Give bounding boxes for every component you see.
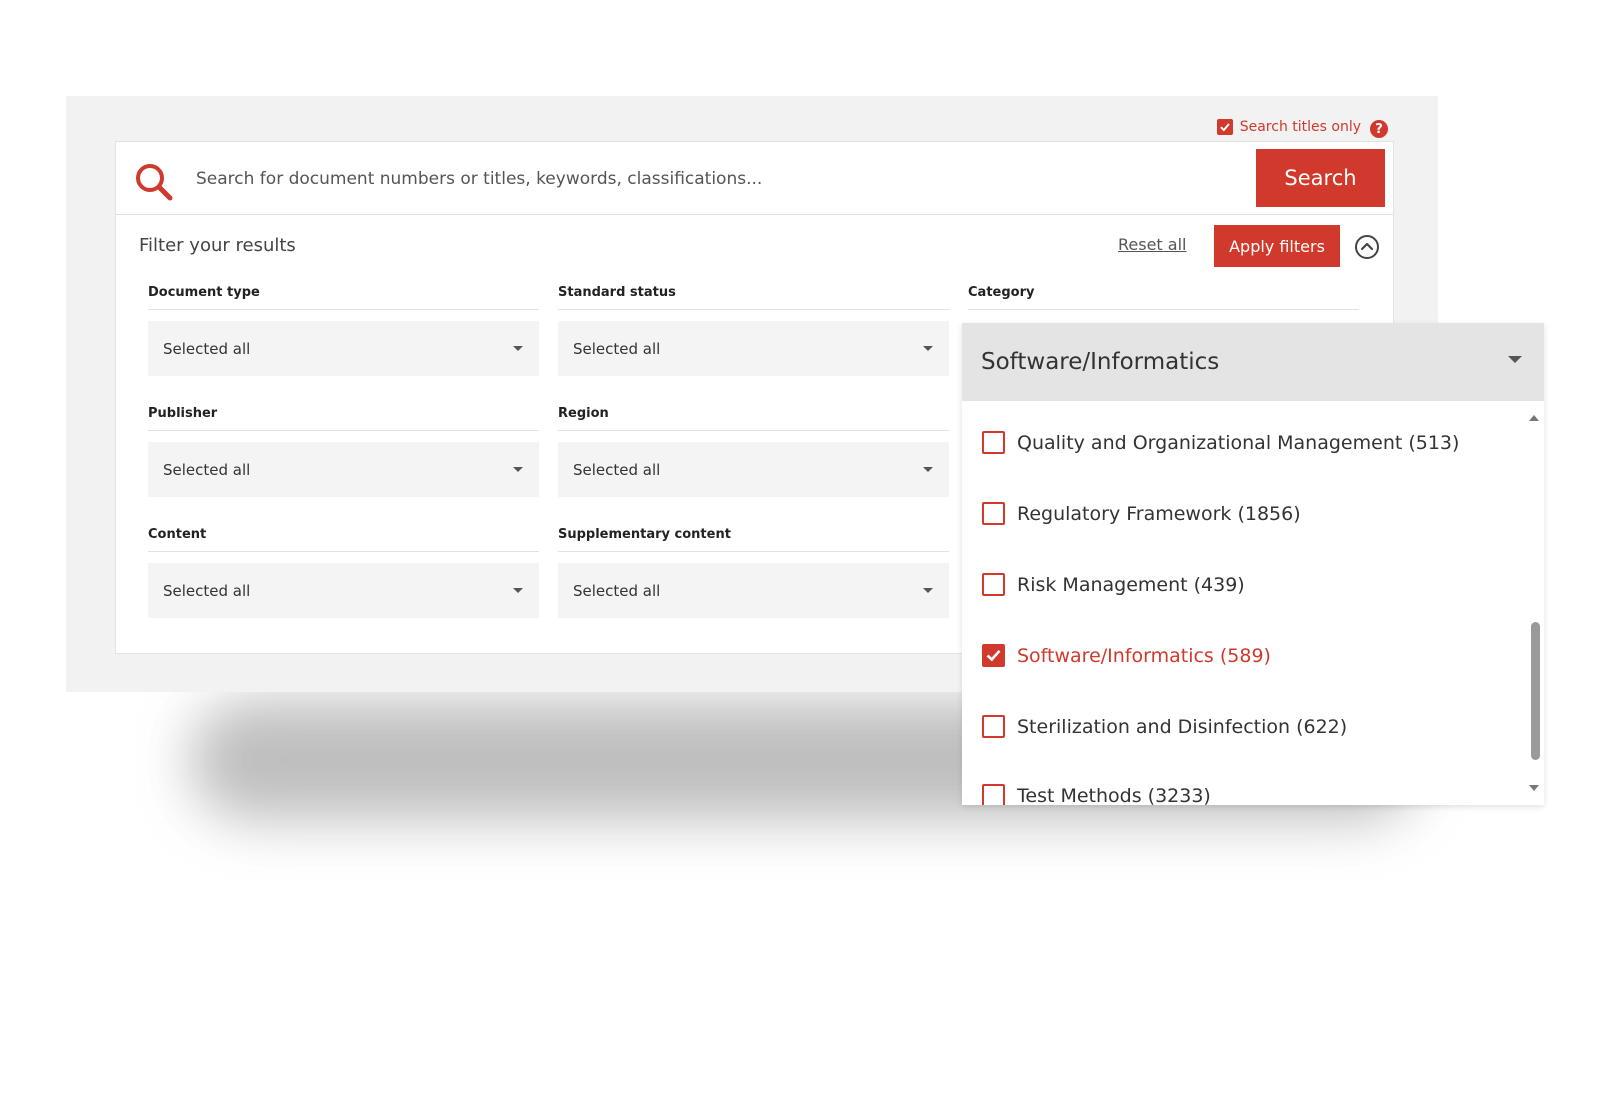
publisher-select[interactable]: Selected all <box>148 442 539 497</box>
filter-label: Supplementary content <box>558 525 949 552</box>
caret-down-icon <box>513 588 523 593</box>
option-checkbox[interactable] <box>982 573 1005 596</box>
option-checkbox[interactable] <box>982 644 1005 667</box>
category-option[interactable]: Regulatory Framework (1856) <box>982 502 1301 525</box>
caret-down-icon <box>923 467 933 472</box>
category-option[interactable]: Risk Management (439) <box>982 573 1245 596</box>
category-option[interactable]: Quality and Organizational Management (5… <box>982 431 1459 454</box>
search-titles-only-toggle[interactable]: Search titles only ? <box>1216 116 1388 138</box>
filter-content: Content Selected all <box>148 525 539 618</box>
filter-label: Standard status <box>558 283 949 310</box>
filter-region: Region Selected all <box>558 404 949 497</box>
caret-down-icon <box>923 588 933 593</box>
category-option[interactable]: Sterilization and Disinfection (622) <box>982 715 1347 738</box>
select-value: Selected all <box>163 339 251 358</box>
search-titles-only-checkbox[interactable] <box>1216 119 1233 135</box>
search-icon <box>136 164 173 201</box>
help-icon[interactable]: ? <box>1370 120 1388 138</box>
option-checkbox[interactable] <box>982 431 1005 454</box>
scroll-up-arrow[interactable] <box>1529 415 1539 421</box>
option-label: Risk Management (439) <box>1017 573 1245 596</box>
checkmark-icon <box>1220 123 1230 132</box>
option-label: Test Methods (3233) <box>1017 784 1211 806</box>
caret-down-icon <box>513 467 523 472</box>
search-titles-only-label: Search titles only <box>1239 119 1361 135</box>
chevron-up-circle-icon[interactable] <box>1354 234 1380 260</box>
reset-all-link[interactable]: Reset all <box>1118 235 1186 254</box>
category-select[interactable]: Software/Informatics <box>962 323 1544 401</box>
option-label: Sterilization and Disinfection (622) <box>1017 715 1348 738</box>
filter-supplementary-content: Supplementary content Selected all <box>558 525 949 618</box>
filter-label: Category <box>968 283 1359 310</box>
option-checkbox[interactable] <box>982 715 1005 738</box>
filter-label: Publisher <box>148 404 539 431</box>
document-type-select[interactable]: Selected all <box>148 321 539 376</box>
option-label: Quality and Organizational Management (5… <box>1017 431 1460 454</box>
filter-title: Filter your results <box>139 235 296 256</box>
option-checkbox[interactable] <box>982 784 1005 805</box>
filter-category: Category <box>968 283 1359 310</box>
filter-label: Content <box>148 525 539 552</box>
search-button[interactable]: Search <box>1256 149 1385 207</box>
checkmark-icon <box>986 649 1001 662</box>
option-label: Regulatory Framework (1856) <box>1017 502 1301 525</box>
option-checkbox[interactable] <box>982 502 1005 525</box>
select-value: Selected all <box>573 581 661 600</box>
option-label: Software/Informatics (589) <box>1017 644 1271 667</box>
filter-label: Region <box>558 404 949 431</box>
select-value: Selected all <box>573 339 661 358</box>
select-value: Selected all <box>573 460 661 479</box>
caret-down-icon <box>923 346 933 351</box>
search-input[interactable] <box>196 162 1246 196</box>
content-select[interactable]: Selected all <box>148 563 539 618</box>
category-option[interactable]: Test Methods (3233) <box>982 784 1211 805</box>
scrollbar-thumb[interactable] <box>1531 622 1540 760</box>
filter-document-type: Document type Selected all <box>148 283 539 376</box>
filter-standard-status: Standard status Selected all <box>558 283 949 376</box>
caret-down-icon <box>1508 356 1522 363</box>
select-value: Selected all <box>163 581 251 600</box>
supplementary-content-select[interactable]: Selected all <box>558 563 949 618</box>
caret-down-icon <box>513 346 523 351</box>
category-selected-value: Software/Informatics <box>981 349 1220 375</box>
filter-label: Document type <box>148 283 539 310</box>
filter-publisher: Publisher Selected all <box>148 404 539 497</box>
category-options-list[interactable]: Quality and Organizational Management (5… <box>962 401 1544 805</box>
category-option-selected[interactable]: Software/Informatics (589) <box>982 644 1271 667</box>
region-select[interactable]: Selected all <box>558 442 949 497</box>
search-bar: Search <box>116 142 1393 215</box>
standard-status-select[interactable]: Selected all <box>558 321 949 376</box>
scroll-down-arrow[interactable] <box>1529 785 1539 791</box>
apply-filters-button[interactable]: Apply filters <box>1214 225 1340 267</box>
category-dropdown: Software/Informatics Quality and Organiz… <box>962 323 1544 805</box>
select-value: Selected all <box>163 460 251 479</box>
